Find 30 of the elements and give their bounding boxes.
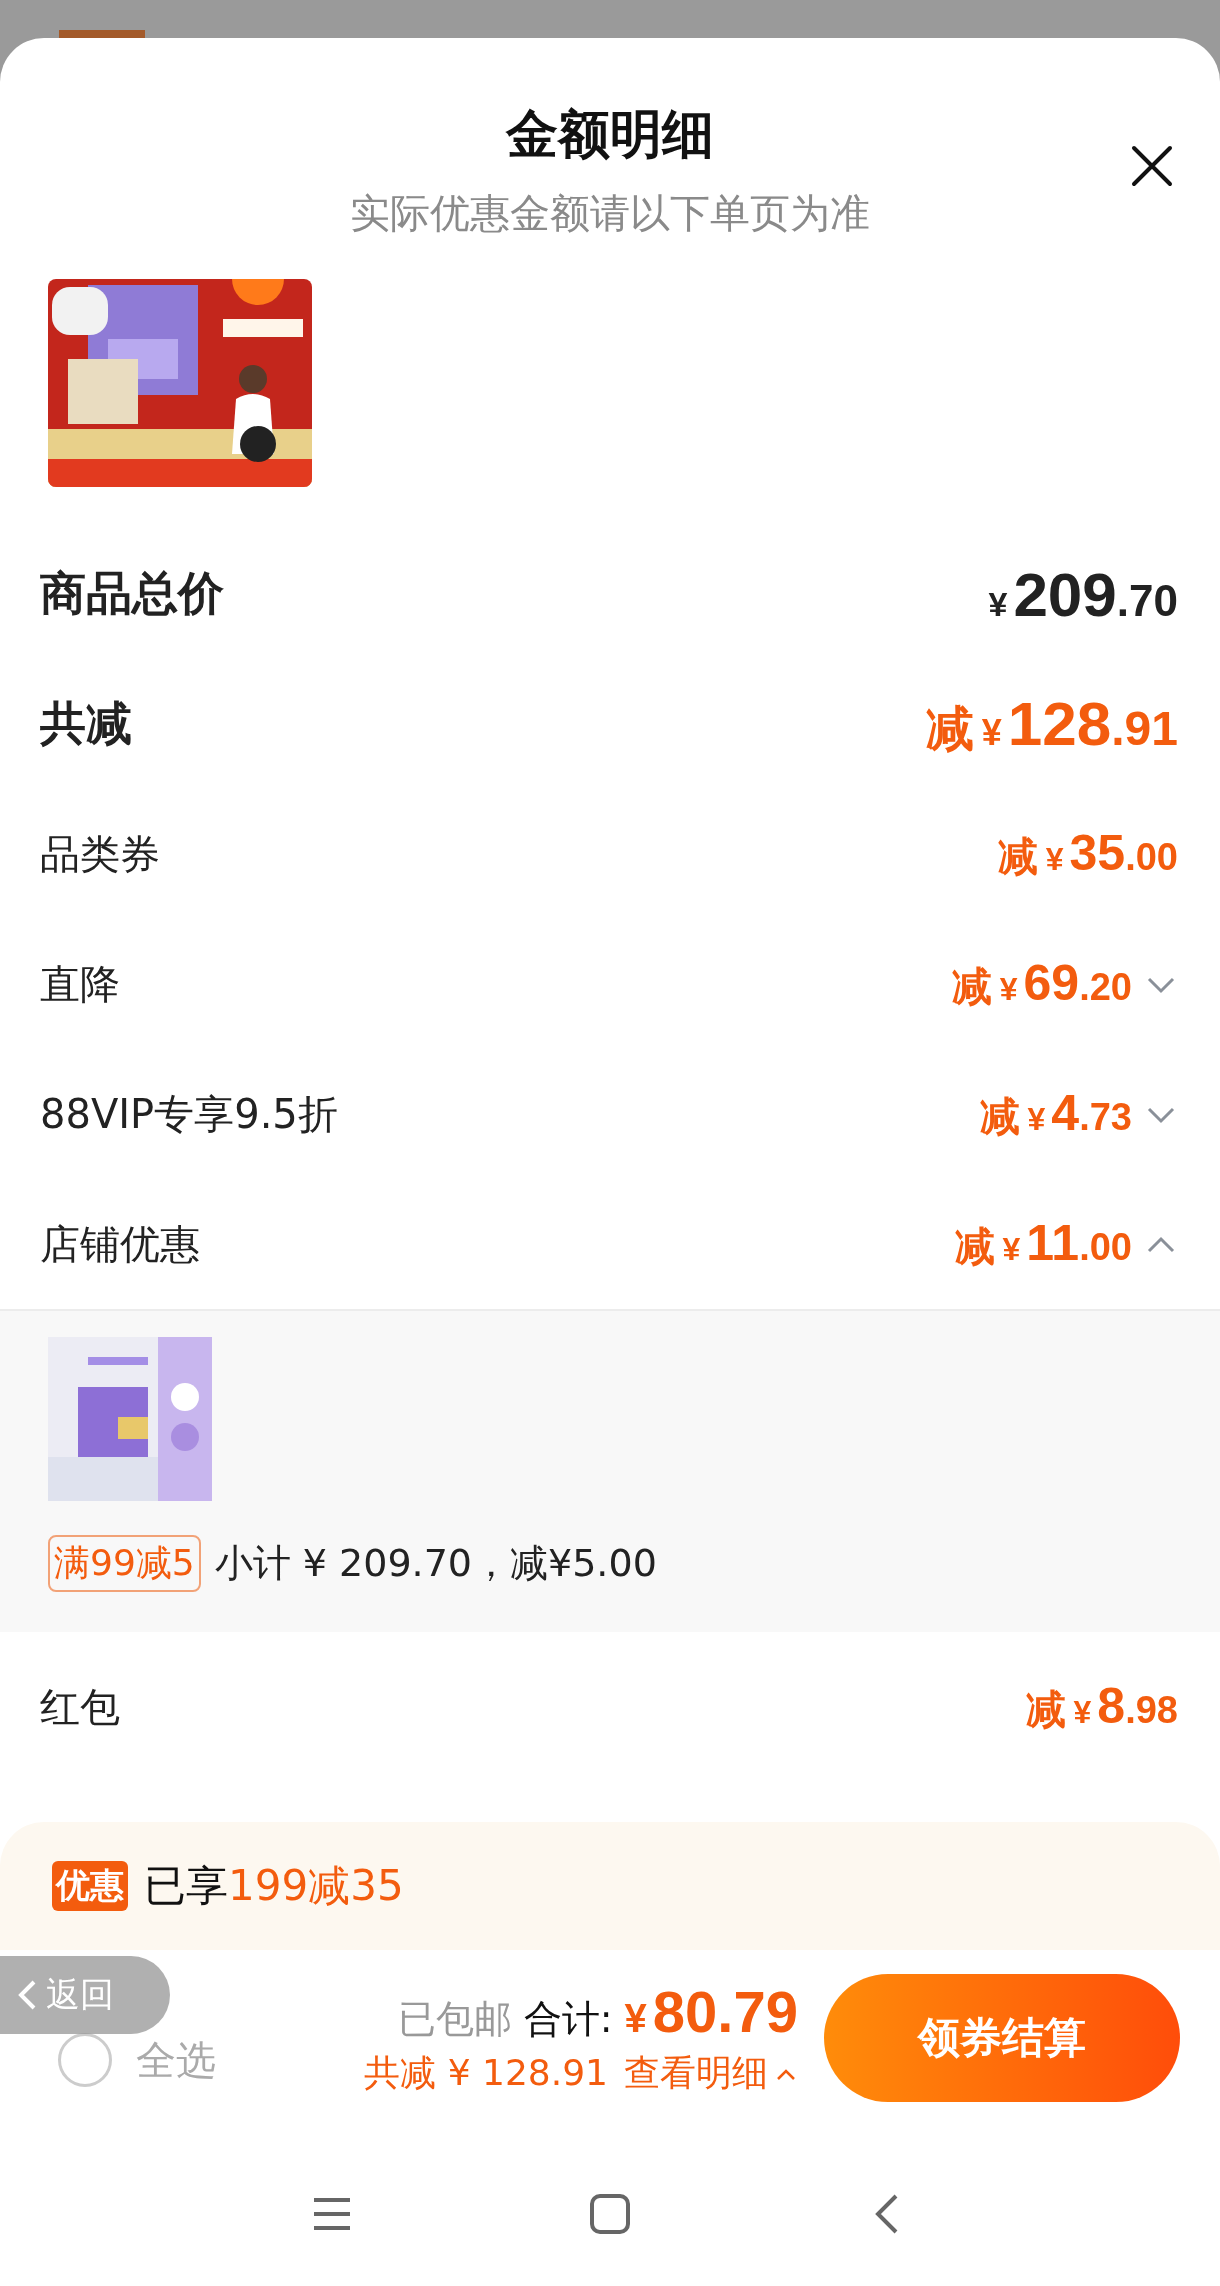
promo-text: 已享 [144, 1860, 228, 1912]
subtotal-text: 小计 ¥ 209.70，减¥5.00 [214, 1540, 657, 1587]
row-label: 红包 [40, 1682, 120, 1732]
amount: 减 ¥11.00 [954, 1214, 1132, 1273]
coupon-tag: 满99减5 [48, 1535, 201, 1592]
back-button[interactable]: 返回 [0, 1956, 170, 2034]
row-label: 品类券 [40, 829, 160, 879]
amount: 减 ¥35.00 [997, 824, 1178, 883]
row-label: 共减 [40, 695, 132, 752]
amount: 减 ¥4.73 [979, 1084, 1132, 1143]
amount: 减 ¥8.98 [1025, 1677, 1178, 1736]
amount: 减 ¥128.91 [925, 687, 1178, 760]
total-label: 合计: [523, 1996, 613, 2043]
saving-text: 共减 ¥ 128.91 [364, 2051, 608, 2095]
row-label: 商品总价 [40, 565, 224, 622]
sheet-subtitle: 实际优惠金额请以下单页为准 [350, 189, 870, 238]
close-icon[interactable] [1130, 144, 1174, 188]
select-all-label: 全选 [136, 2035, 216, 2085]
row-label: 88VIP专享9.5折 [40, 1089, 338, 1139]
shipping-text: 已包邮 [397, 1996, 512, 2043]
row-label: 直降 [40, 959, 120, 1009]
amount: ¥209.70 [988, 558, 1178, 630]
checkout-button[interactable]: 领券结算 [824, 1974, 1180, 2102]
promo-badge: 优惠 [52, 1861, 128, 1911]
details-link[interactable]: 查看明细 [624, 2049, 798, 2098]
promo-highlight: 199减35 [228, 1860, 404, 1912]
amount: 减 ¥69.20 [951, 954, 1132, 1013]
sheet-title: 金额明细 [506, 103, 714, 166]
total-amount: ¥80.79 [624, 1978, 798, 2045]
row-label: 店铺优惠 [40, 1219, 200, 1269]
